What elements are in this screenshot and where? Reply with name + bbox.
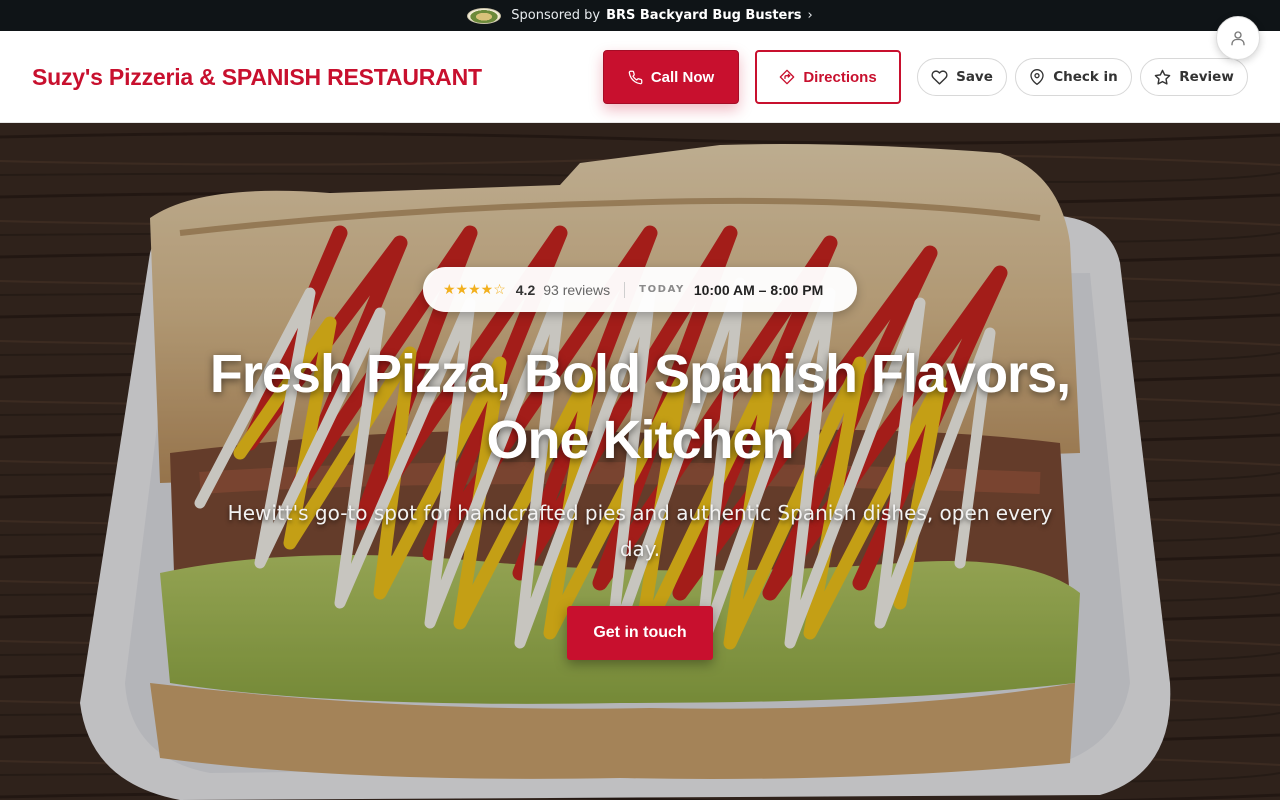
today-label: TODAY [639,284,685,295]
restaurant-name[interactable]: Suzy's Pizzeria & SPANISH RESTAURANT [32,64,482,91]
hero-section: ★★★★☆ 4.2 93 reviews TODAY 10:00 AM – 8:… [0,123,1280,800]
map-pin-icon [1030,69,1044,85]
sponsor-name[interactable]: BRS Backyard Bug Busters [606,8,801,23]
rating-stars-icon: ★★★★☆ [443,281,506,297]
sponsor-logo-icon [467,7,502,24]
sponsor-prefix: Sponsored by [511,8,601,23]
directions-button[interactable]: Directions [755,50,901,104]
call-now-label: Call Now [650,68,715,86]
site-header: Suzy's Pizzeria & SPANISH RESTAURANT Cal… [0,31,1280,123]
headline-line-1: Fresh Pizza, Bold Spanish Flavors, [209,344,1071,404]
phone-icon [628,70,643,84]
check-in-button[interactable]: Check in [1015,58,1132,96]
save-label: Save [956,69,993,85]
reviews-count-link[interactable]: 93 reviews [543,282,610,298]
headline-line-2: One Kitchen [486,410,794,470]
rating-hours-pill: ★★★★☆ 4.2 93 reviews TODAY 10:00 AM – 8:… [423,267,857,312]
star-icon [1154,69,1171,85]
directions-label: Directions [803,68,877,86]
divider [624,281,626,298]
hero-subtitle: Hewitt's go-to spot for handcrafted pies… [227,501,1053,561]
user-icon [1231,31,1245,46]
directions-icon [779,69,795,85]
check-in-label: Check in [1053,69,1118,85]
opening-hours: 10:00 AM – 8:00 PM [693,281,824,298]
save-button[interactable]: Save [917,58,1007,96]
review-button[interactable]: Review [1140,58,1248,96]
call-now-button[interactable]: Call Now [603,50,739,104]
account-avatar-button[interactable] [1216,16,1260,60]
review-label: Review [1179,69,1234,85]
heart-icon [931,69,948,85]
chevron-right-icon: › [807,8,813,23]
hero-headline: Fresh Pizza, Bold Spanish Flavors, One K… [180,341,1100,473]
get-in-touch-button[interactable]: Get in touch [567,606,713,660]
sponsor-banner[interactable]: Sponsored by BRS Backyard Bug Busters › [0,0,1280,31]
rating-value: 4.2 [515,281,536,298]
